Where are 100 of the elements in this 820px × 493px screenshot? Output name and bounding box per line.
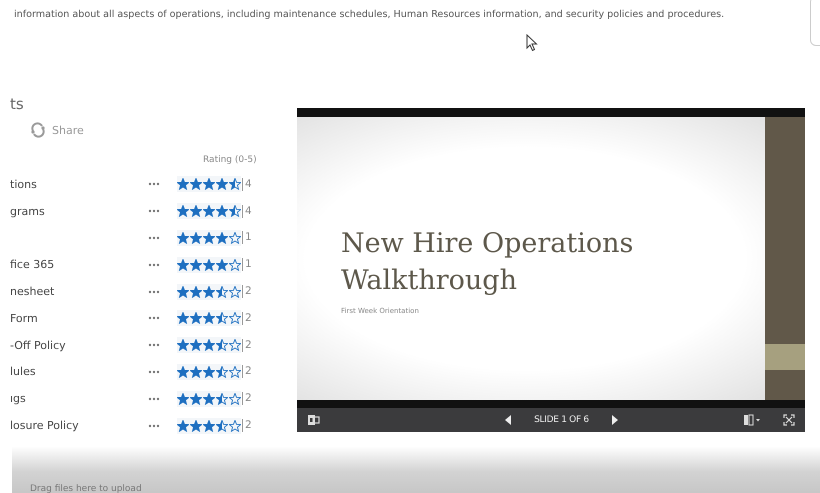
star-rating[interactable] [177,364,241,380]
document-name[interactable]: fice 365 [10,258,148,272]
slide-counter: SLIDE 1 OF 6 [534,415,589,425]
star-icon [203,178,215,190]
star-icon [216,312,228,324]
rating-count: 2 [242,312,252,325]
rating-count: 1 [242,231,252,244]
star-rating[interactable] [177,230,241,246]
star-icon [177,339,189,352]
star-icon [190,205,202,218]
star-icon [216,392,228,405]
rating-count: 2 [242,285,252,298]
presentation-icon[interactable] [307,414,320,426]
star-icon [190,258,202,271]
fullscreen-icon[interactable] [783,414,795,426]
star-icon [216,258,228,271]
star-icon [229,258,241,271]
star-icon [203,366,215,378]
star-icon [190,366,202,378]
document-name[interactable]: ıgs [10,392,148,406]
more-options-icon[interactable] [148,424,160,428]
star-icon [229,178,241,190]
star-icon [190,392,202,405]
star-icon [203,258,215,271]
library-title: ts [10,95,25,113]
star-icon [216,366,228,378]
star-icon [229,420,241,432]
column-header: Rating (0-5) [203,155,258,167]
star-icon [216,286,228,298]
rating-count: 2 [242,365,252,378]
view-menu-icon[interactable] [743,414,761,426]
share-icon [30,122,46,138]
more-options-icon[interactable] [148,262,160,267]
star-icon [203,232,215,244]
star-icon [177,420,189,432]
more-options-icon[interactable] [148,343,160,348]
star-icon [190,312,202,324]
star-icon [190,232,202,244]
star-rating[interactable] [177,418,241,434]
star-icon [229,232,241,244]
star-icon [216,205,228,218]
star-icon [177,366,189,378]
star-icon [177,286,189,298]
star-icon [203,205,215,218]
star-rating[interactable] [177,337,241,354]
more-options-icon[interactable] [148,236,160,240]
description-text: information about all aspects of operations, including maintenance schedules, Human Resources information, and security policies and procedures. [13,8,726,20]
star-icon [216,178,228,190]
rating-count: 2 [242,338,252,352]
more-options-icon[interactable] [148,182,160,186]
rating-count: 2 [242,392,252,406]
rating-count: 1 [242,258,252,272]
star-icon [190,420,202,432]
star-icon [216,420,228,432]
star-rating[interactable] [177,390,241,407]
star-icon [203,312,215,324]
star-icon [216,339,228,352]
document-name[interactable]: lules [10,365,148,378]
rating-count: 4 [242,204,252,218]
document-name[interactable]: -Off Policy [10,338,148,352]
star-icon [190,339,202,352]
star-icon [229,392,241,405]
mouse-pointer-icon [526,34,538,52]
star-icon [190,286,202,298]
star-icon [177,312,189,324]
star-icon [229,339,241,352]
rating-count: 2 [242,419,252,432]
star-icon [177,258,189,271]
star-icon [229,205,241,218]
document-name[interactable]: Form [10,312,148,325]
document-name[interactable]: tions [10,178,148,191]
upload-hint: Drag files here to upload [29,484,142,493]
previous-slide-icon[interactable] [505,415,512,425]
star-icon [216,232,228,244]
more-options-icon[interactable] [148,316,160,320]
star-icon [177,178,189,190]
more-options-icon[interactable] [148,396,160,401]
star-rating[interactable] [177,256,241,273]
star-rating[interactable] [177,284,241,300]
star-icon [177,392,189,405]
document-name[interactable]: losure Policy [10,419,148,432]
star-icon [229,312,241,324]
star-icon [190,178,202,190]
star-rating[interactable] [177,176,241,192]
next-slide-icon[interactable] [610,415,618,425]
star-icon [229,366,241,378]
more-options-icon[interactable] [148,290,160,294]
more-options-icon[interactable] [148,370,160,374]
rating-count: 4 [242,178,252,191]
document-name[interactable]: grams [10,204,148,218]
slide-title: New Hire Operations Walkthrough [341,227,634,298]
star-icon [203,420,215,432]
star-icon [177,205,189,218]
star-icon [203,286,215,298]
star-icon [177,232,189,244]
more-options-icon[interactable] [148,209,160,214]
document-name[interactable]: nesheet [10,285,148,298]
star-icon [203,339,215,352]
star-rating[interactable] [177,310,241,326]
star-rating[interactable] [177,203,241,220]
